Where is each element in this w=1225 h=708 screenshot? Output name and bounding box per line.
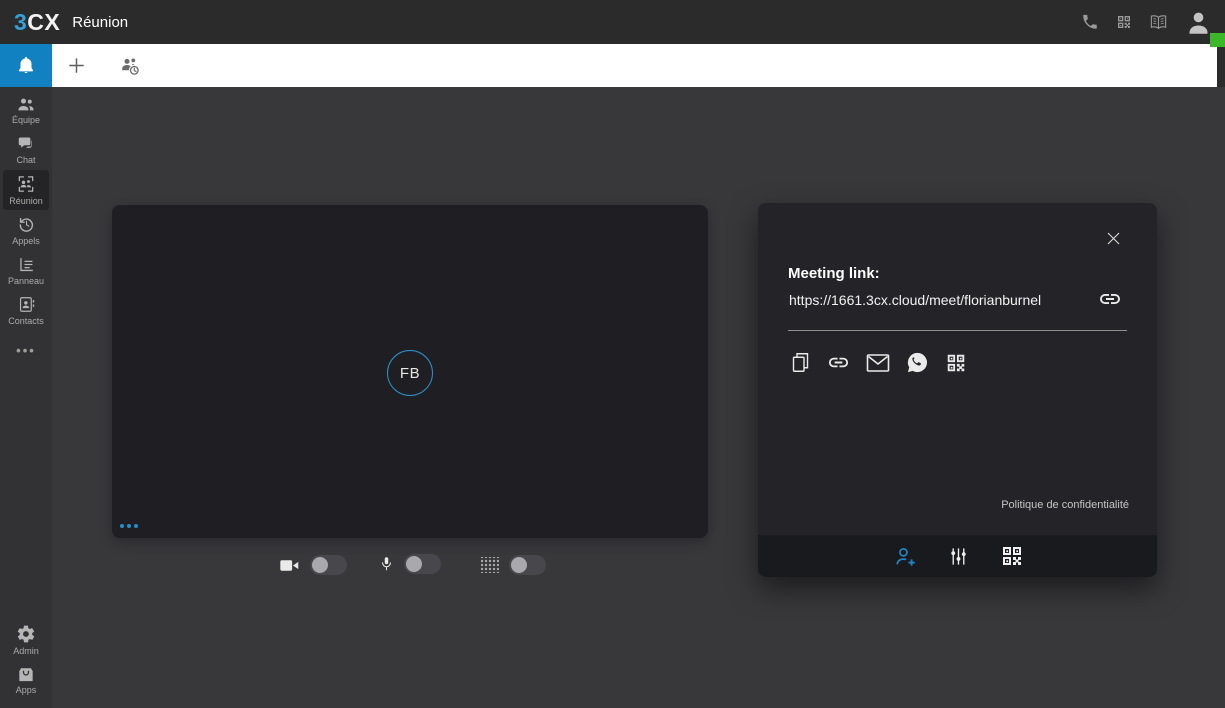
dialpad-qr-icon[interactable]: [1116, 14, 1132, 30]
status-badge: [1210, 33, 1225, 47]
qr-code-icon[interactable]: [945, 352, 967, 374]
contacts-book-icon[interactable]: [1149, 13, 1168, 32]
apps-box-icon: [16, 666, 36, 683]
page-title: Réunion: [72, 13, 129, 31]
3cx-logo: 3 CX: [14, 9, 60, 36]
blur-toggle-group: [481, 555, 546, 575]
sidebar-item-label: Chat: [16, 154, 36, 165]
chat-icon: [17, 136, 36, 153]
call-history-icon: [17, 215, 36, 234]
close-icon[interactable]: [1104, 229, 1123, 248]
sidebar-item-contacts[interactable]: Contacts: [0, 290, 52, 330]
toggle-knob: [406, 555, 422, 572]
bell-icon: [15, 55, 37, 77]
add-person-icon[interactable]: [892, 544, 917, 569]
copy-icon[interactable]: [790, 351, 811, 374]
sidebar-item-label: Contacts: [8, 315, 44, 326]
gear-icon: [16, 624, 36, 644]
meeting-icon: [16, 174, 36, 194]
topbar-actions: [1081, 9, 1225, 36]
privacy-policy-link[interactable]: Politique de confidentialité: [1001, 499, 1129, 511]
sidebar-item-panneau[interactable]: Panneau: [0, 250, 52, 290]
tabbar-right-edge: [1217, 44, 1225, 87]
microphone-toggle[interactable]: [404, 553, 441, 574]
link-icon[interactable]: [827, 351, 850, 374]
tab-notifications[interactable]: [0, 44, 52, 87]
main-content: FB Meeting link: https://1661.3cx.cloud/…: [52, 87, 1225, 708]
team-icon: [16, 96, 36, 113]
meeting-share-panel: Meeting link: https://1661.3cx.cloud/mee…: [758, 203, 1157, 577]
divider: [788, 330, 1127, 331]
toggle-knob: [511, 557, 527, 573]
microphone-icon: [379, 552, 394, 575]
avatar-icon[interactable]: [1185, 9, 1212, 36]
left-navigation-rail: Équipe Chat Réunion Appels Panneau Conta…: [0, 87, 52, 708]
share-options-row: [790, 351, 967, 374]
sidebar-item-label: Apps: [15, 684, 37, 695]
sidebar-item-label: Équipe: [11, 114, 41, 125]
share-panel-footer: [758, 535, 1157, 577]
qr-code-icon[interactable]: [1000, 544, 1024, 568]
link-icon[interactable]: [1098, 287, 1122, 311]
meeting-link-url[interactable]: https://1661.3cx.cloud/meet/florianburne…: [789, 292, 1041, 308]
sidebar-item-chat[interactable]: Chat: [0, 130, 52, 170]
sidebar-item-appels[interactable]: Appels: [0, 210, 52, 250]
contacts-icon: [17, 295, 36, 314]
add-tab-icon: [65, 54, 88, 77]
sidebar-item-label: Appels: [12, 235, 40, 246]
scheduled-meeting-button[interactable]: [106, 44, 154, 87]
scheduled-meeting-icon: [118, 54, 142, 78]
sidebar-item-label: Réunion: [9, 196, 43, 206]
whatsapp-icon[interactable]: [906, 351, 929, 374]
wallboard-icon: [17, 255, 36, 274]
camera-toggle-group: [279, 555, 347, 575]
sidebar-more-button[interactable]: •••: [0, 330, 52, 370]
sidebar-item-admin[interactable]: Admin: [0, 620, 52, 660]
sidebar-item-apps[interactable]: Apps: [0, 660, 52, 700]
avatar-initials: FB: [399, 364, 421, 382]
sidebar-item-label: Admin: [13, 646, 39, 656]
email-icon[interactable]: [866, 353, 890, 373]
video-overflow-menu[interactable]: [120, 524, 138, 528]
camera-toggle[interactable]: [310, 555, 347, 575]
avatar-initials-circle: FB: [387, 350, 433, 396]
top-app-bar: 3 CX Réunion: [0, 0, 1225, 44]
background-blur-toggle[interactable]: [509, 555, 546, 575]
settings-sliders-icon[interactable]: [947, 545, 970, 568]
ellipsis-icon: •••: [16, 342, 36, 358]
phone-icon[interactable]: [1081, 13, 1099, 31]
logo-3: 3: [14, 8, 28, 35]
tab-strip: [0, 44, 1225, 87]
video-preview-tile: FB: [112, 205, 708, 538]
sidebar-item-label: Panneau: [7, 275, 45, 286]
camera-icon: [279, 557, 300, 574]
microphone-toggle-group: [379, 552, 441, 575]
toggle-knob: [312, 557, 328, 573]
add-tab-button[interactable]: [52, 44, 100, 87]
sidebar-item-equipe[interactable]: Équipe: [0, 90, 52, 130]
sidebar-item-reunion[interactable]: Réunion: [3, 170, 49, 210]
logo-cx: CX: [27, 8, 61, 35]
background-blur-icon: [481, 557, 499, 573]
meeting-link-label: Meeting link:: [788, 265, 880, 282]
